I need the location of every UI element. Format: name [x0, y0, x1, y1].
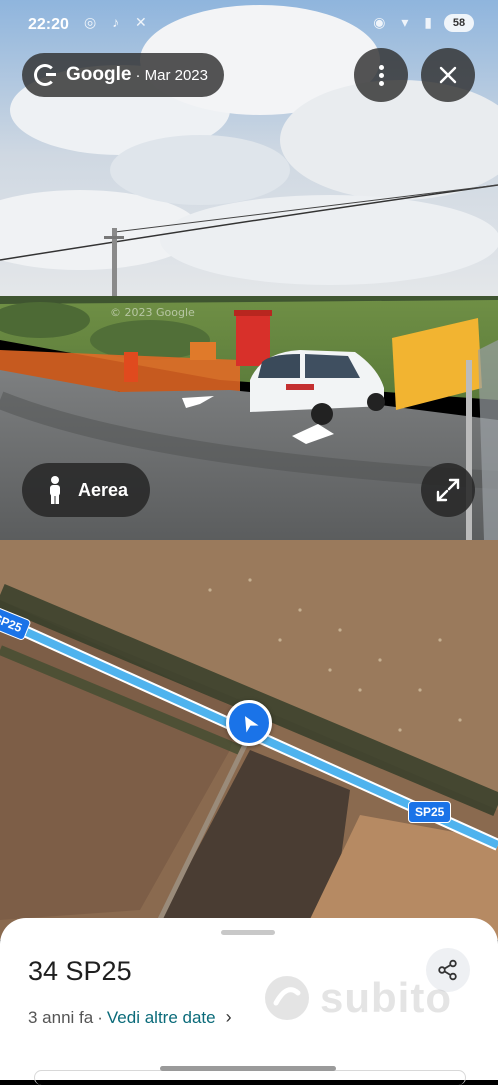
notification-icons: ◎ ♪ ✕	[84, 14, 153, 30]
imagery-age-row: 3 anni fa · Vedi altre date ›	[28, 1007, 232, 1028]
expand-icon	[436, 478, 460, 502]
next-card-edge	[34, 1070, 466, 1085]
imagery-date-pill[interactable]: Google · Mar 2023	[22, 53, 224, 97]
see-more-dates-link[interactable]: Vedi altre date	[107, 1008, 216, 1028]
current-location-marker[interactable]	[226, 700, 272, 746]
home-indicator[interactable]	[160, 1066, 336, 1071]
street-watermark: © 2023 Google	[110, 306, 195, 319]
fullscreen-button[interactable]	[421, 463, 475, 517]
watermark-text: subito	[320, 974, 452, 1021]
road-shield: SP25	[408, 801, 452, 823]
meta-separator: ·	[97, 1007, 103, 1027]
status-bar: 22:20 ◎ ♪ ✕ ◉ ▾ ▮ 58	[0, 8, 498, 44]
place-bottom-sheet[interactable]: 34 SP25 subito 3 anni fa · Vedi altre da…	[0, 918, 498, 1085]
close-button[interactable]	[421, 48, 475, 102]
imagery-age: 3 anni fa	[28, 1007, 94, 1027]
close-icon	[439, 66, 457, 84]
aerial-view-button[interactable]: Aerea	[22, 463, 150, 517]
battery-icon: 58	[444, 14, 474, 32]
subito-logo-icon	[265, 976, 309, 1020]
pegman-icon	[50, 476, 60, 504]
aerial-view-label: Aerea	[78, 479, 129, 500]
navigation-arrow-icon	[245, 716, 259, 733]
chevron-right-icon[interactable]: ›	[226, 1007, 232, 1028]
more-options-button[interactable]	[354, 48, 408, 102]
imagery-date: · Mar 2023	[135, 66, 208, 84]
subito-watermark: subito	[262, 972, 472, 1024]
status-time: 22:20	[28, 16, 69, 33]
google-logo-icon	[34, 64, 56, 86]
brand-label: Google	[66, 64, 132, 85]
sheet-drag-handle[interactable]	[221, 930, 275, 935]
place-title: 34 SP25	[28, 956, 132, 986]
signal-icons: ◉ ▾ ▮	[373, 14, 438, 30]
more-vert-icon	[378, 62, 384, 89]
